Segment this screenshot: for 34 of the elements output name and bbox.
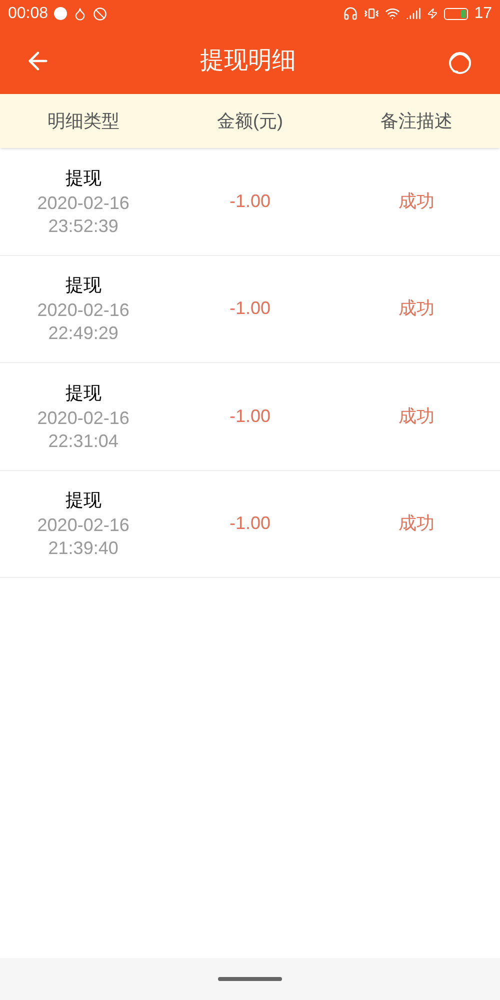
record-note: 成功 [398,404,436,428]
record-time: 23:52:39 [48,214,118,238]
record-amount: -1.00 [228,512,272,536]
column-header: 明细类型 [46,110,120,132]
record-amount: -1.00 [228,404,272,428]
record-note: 成功 [398,512,436,536]
record-time: 22:31:04 [48,430,118,453]
battery-level: 17 [474,4,492,24]
record-note: 成功 [398,190,436,213]
battery-icon [444,8,468,20]
record-amount: -1.00 [228,297,272,320]
status-time: 00:08 [8,4,48,24]
signal-icon [406,6,422,21]
record-amount: -1.00 [228,190,272,213]
drop-icon [73,6,88,20]
record-date: 2020-02-16 [37,406,130,430]
blocked-icon [93,6,108,20]
record-note: 成功 [398,297,436,320]
headphones-icon [343,6,358,21]
record-date: 2020-02-16 [37,514,130,538]
vibrate-icon [364,6,380,21]
record-time: 21:39:40 [48,537,118,560]
record-type: 提现 [65,166,102,190]
record-time: 22:49:29 [48,322,118,346]
record-type: 提现 [65,489,102,512]
record-date: 2020-02-16 [37,299,130,322]
column-header: 金额(元) [216,110,284,133]
page-title: 提现明细 [200,46,296,76]
wifi-icon [385,6,400,21]
record-type: 提现 [65,382,102,405]
charging-icon [427,8,438,19]
record-date: 2020-02-16 [37,192,130,215]
column-header: 备注描述 [380,110,454,132]
record-type: 提现 [65,274,102,298]
